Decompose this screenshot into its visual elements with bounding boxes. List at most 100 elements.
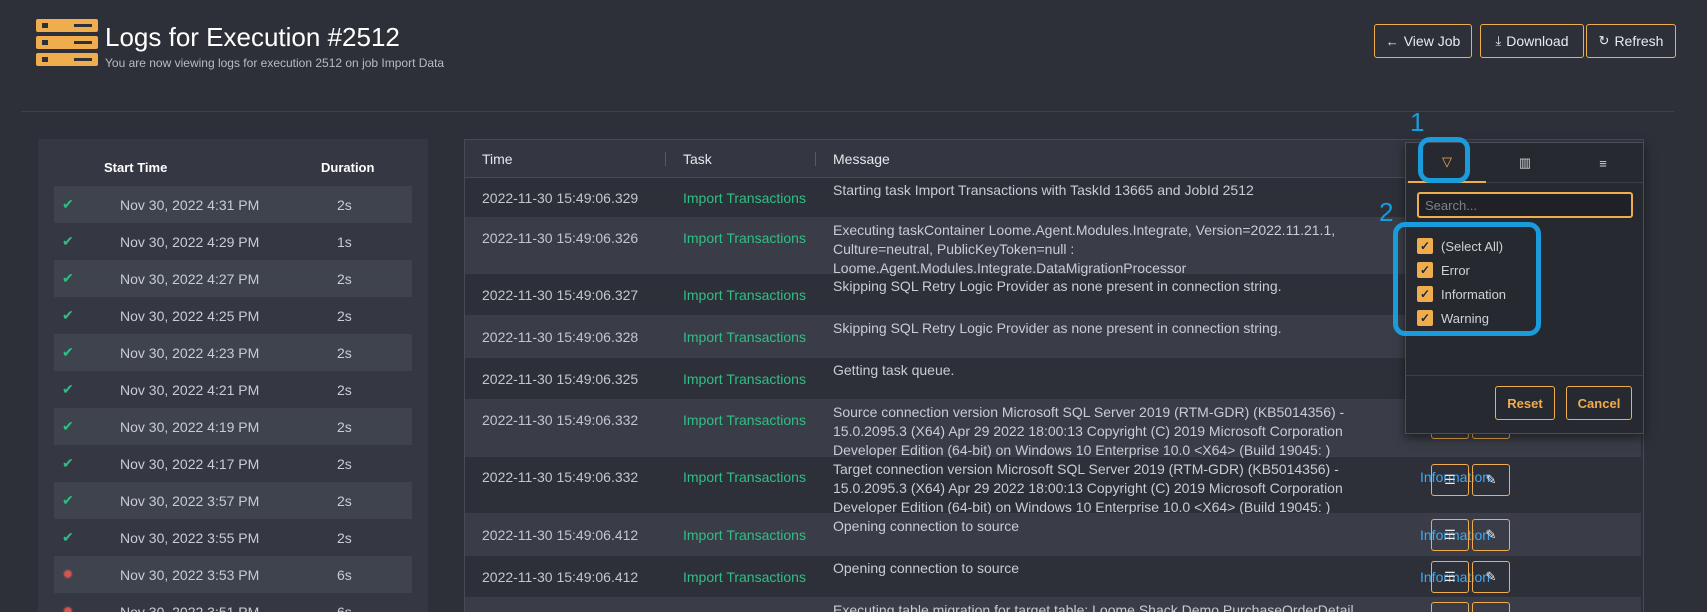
log-message: Source connection version Microsoft SQL … <box>833 404 1345 458</box>
execution-start-time: Nov 30, 2022 4:31 PM <box>120 197 260 213</box>
log-row: 2022-11-30 15:49:06.412 Import Transactio… <box>465 514 1641 556</box>
log-message: Skipping SQL Retry Logic Provider as non… <box>833 278 1282 294</box>
view-details-button[interactable]: ☰ <box>1431 602 1469 612</box>
execution-start-time: Nov 30, 2022 3:53 PM <box>120 567 260 583</box>
log-time: 2022-11-30 15:49:06.329 <box>482 190 639 206</box>
log-task: Import Transactions <box>683 412 806 428</box>
log-message: Starting task Import Transactions with T… <box>833 182 1254 198</box>
annotation-number-2: 2 <box>1379 197 1394 227</box>
page-subtitle: You are now viewing logs for execution 2… <box>105 56 445 70</box>
log-task: Import Transactions <box>683 371 806 387</box>
execution-duration: 2s <box>337 530 352 546</box>
execution-duration: 2s <box>337 308 352 324</box>
refresh-button[interactable]: ↻ Refresh <box>1586 24 1676 58</box>
success-check-icon: ✔ <box>62 196 74 212</box>
execution-row[interactable]: ✹ Nov 30, 2022 3:53 PM 6s <box>54 556 412 593</box>
log-time: 2022-11-30 15:49:06.327 <box>482 287 639 303</box>
menu-icon: ≡ <box>1599 155 1607 171</box>
page-title: Logs for Execution #2512 <box>105 22 400 52</box>
menu-tab[interactable]: ≡ <box>1564 143 1642 183</box>
execution-row[interactable]: ✔ Nov 30, 2022 4:25 PM 2s <box>54 297 412 334</box>
execution-row[interactable]: ✹ Nov 30, 2022 3:51 PM 6s <box>54 593 412 612</box>
log-message: Target connection version Microsoft SQL … <box>833 461 1343 515</box>
log-task: Import Transactions <box>683 527 806 543</box>
time-column-header[interactable]: Time <box>482 151 513 167</box>
execution-start-time: Nov 30, 2022 4:27 PM <box>120 271 260 287</box>
download-icon: ⤓ <box>1495 33 1502 48</box>
log-row: 2022-11-30 15:49:06.412 Import Transactio… <box>465 556 1641 598</box>
success-check-icon: ✔ <box>62 270 74 286</box>
execution-row[interactable]: ✔ Nov 30, 2022 4:29 PM 1s <box>54 223 412 260</box>
execution-duration: 2s <box>337 456 352 472</box>
failed-fire-icon: ✹ <box>62 603 74 612</box>
annotation-highlight-filter-tab <box>1418 137 1470 183</box>
success-check-icon: ✔ <box>62 455 74 471</box>
cancel-button[interactable]: Cancel <box>1566 386 1632 420</box>
log-time: 2022-11-30 15:49:06.412 <box>482 527 639 543</box>
log-message: Executing table migration for target tab… <box>833 602 1354 612</box>
log-task: Import Transactions <box>683 287 806 303</box>
columns-icon: ▥ <box>1518 155 1532 170</box>
view-details-button[interactable]: ☰ <box>1431 464 1469 496</box>
execution-duration: 2s <box>337 345 352 361</box>
log-time: 2022-11-30 15:49:06.332 <box>482 469 639 485</box>
execution-duration: 2s <box>337 197 352 213</box>
header-divider <box>21 111 1674 112</box>
execution-row[interactable]: ✔ Nov 30, 2022 4:31 PM 2s <box>54 186 412 223</box>
execution-start-time: Nov 30, 2022 4:21 PM <box>120 382 260 398</box>
log-message: Opening connection to source <box>833 518 1020 534</box>
edit-button[interactable]: ✎ <box>1472 602 1510 612</box>
execution-row[interactable]: ✔ Nov 30, 2022 3:57 PM 2s <box>54 482 412 519</box>
execution-row[interactable]: ✔ Nov 30, 2022 4:23 PM 2s <box>54 334 412 371</box>
log-task: Import Transactions <box>683 569 806 585</box>
executions-panel: Start Time Duration ✔ Nov 30, 2022 4:31 P… <box>38 139 428 612</box>
message-column-header[interactable]: Message <box>833 151 890 167</box>
annotation-highlight-filter-options <box>1393 222 1541 336</box>
view-details-button[interactable]: ☰ <box>1431 561 1469 593</box>
log-time: 2022-11-30 15:49:06.332 <box>482 412 639 428</box>
execution-duration: 6s <box>337 604 352 612</box>
log-task: Import Transactions <box>683 230 806 246</box>
execution-start-time: Nov 30, 2022 4:17 PM <box>120 456 260 472</box>
log-time: 2022-11-30 15:49:06.326 <box>482 230 639 246</box>
execution-row[interactable]: ✔ Nov 30, 2022 3:55 PM 2s <box>54 519 412 556</box>
filter-search-input[interactable] <box>1417 192 1633 218</box>
execution-row[interactable]: ✔ Nov 30, 2022 4:21 PM 2s <box>54 371 412 408</box>
edit-button[interactable]: ✎ <box>1472 464 1510 496</box>
success-check-icon: ✔ <box>62 418 74 434</box>
edit-button[interactable]: ✎ <box>1472 519 1510 551</box>
log-task: Import Transactions <box>683 469 806 485</box>
success-check-icon: ✔ <box>62 233 74 249</box>
popup-divider <box>1406 375 1643 376</box>
success-check-icon: ✔ <box>62 307 74 323</box>
execution-row[interactable]: ✔ Nov 30, 2022 4:19 PM 2s <box>54 408 412 445</box>
view-job-button[interactable]: ← View Job <box>1374 24 1472 58</box>
server-logo-icon <box>36 19 98 67</box>
log-task: Import Transactions <box>683 190 806 206</box>
success-check-icon: ✔ <box>62 492 74 508</box>
log-row: Executing table migration for target tab… <box>465 598 1641 612</box>
annotation-number-1: 1 <box>1410 107 1425 137</box>
execution-start-time: Nov 30, 2022 4:19 PM <box>120 419 260 435</box>
execution-row[interactable]: ✔ Nov 30, 2022 4:27 PM 2s <box>54 260 412 297</box>
view-details-button[interactable]: ☰ <box>1431 519 1469 551</box>
start-time-header: Start Time <box>104 160 168 175</box>
log-time: 2022-11-30 15:49:06.412 <box>482 569 639 585</box>
success-check-icon: ✔ <box>62 381 74 397</box>
columns-tab[interactable]: ▥ <box>1486 143 1564 183</box>
execution-row[interactable]: ✔ Nov 30, 2022 4:17 PM 2s <box>54 445 412 482</box>
reset-button[interactable]: Reset <box>1495 386 1555 420</box>
log-message: Executing taskContainer Loome.Agent.Modu… <box>833 222 1336 276</box>
duration-header: Duration <box>321 160 375 175</box>
execution-duration: 6s <box>337 567 352 583</box>
success-check-icon: ✔ <box>62 529 74 545</box>
column-separator <box>815 152 816 166</box>
download-button[interactable]: ⤓ Download <box>1480 24 1584 58</box>
execution-start-time: Nov 30, 2022 3:57 PM <box>120 493 260 509</box>
log-task: Import Transactions <box>683 329 806 345</box>
execution-duration: 1s <box>337 234 352 250</box>
success-check-icon: ✔ <box>62 344 74 360</box>
task-column-header[interactable]: Task <box>683 151 712 167</box>
edit-button[interactable]: ✎ <box>1472 561 1510 593</box>
log-row: 2022-11-30 15:49:06.332 Import Transactio… <box>465 457 1641 515</box>
